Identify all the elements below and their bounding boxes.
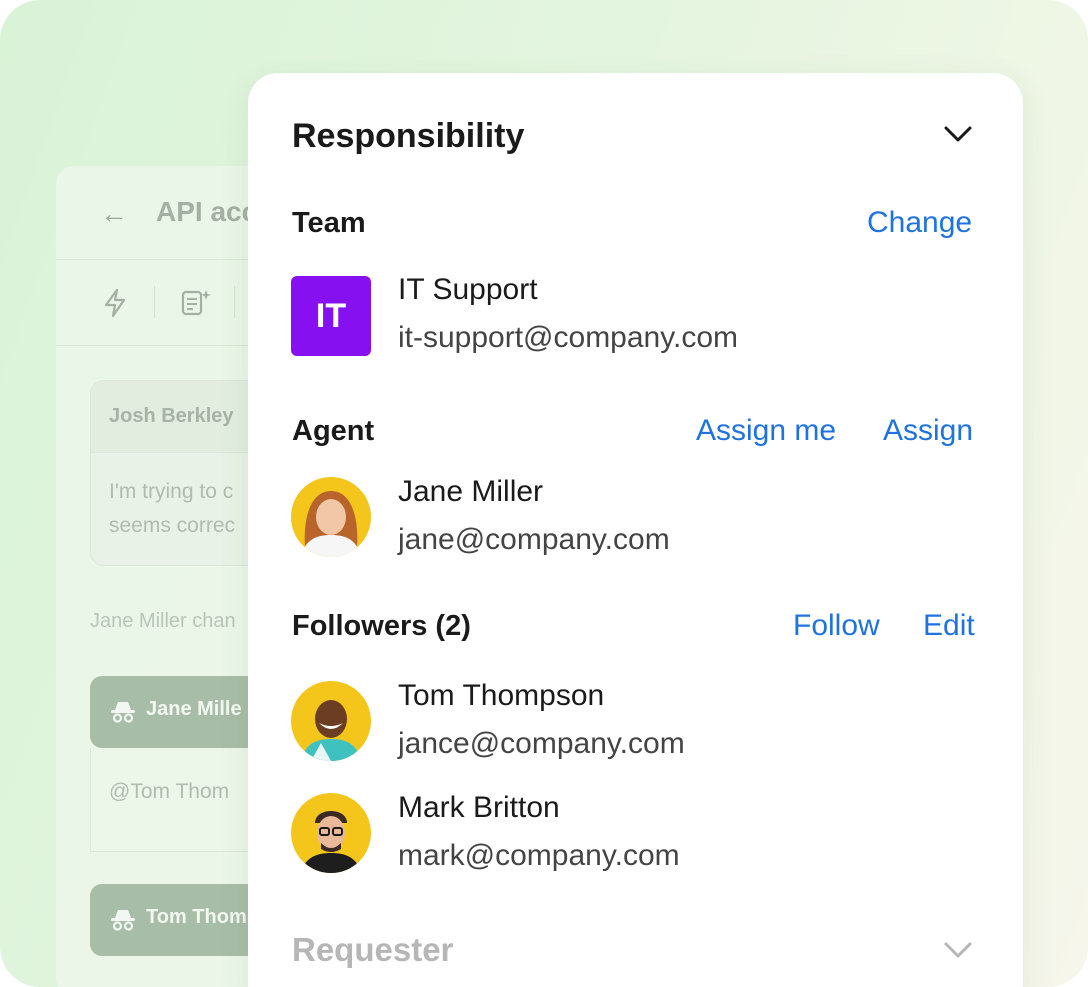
chevron-down-icon[interactable] [942, 121, 974, 147]
team-name: IT Support [398, 273, 538, 306]
avatar [291, 793, 371, 873]
incognito-icon [111, 702, 135, 723]
toolbar-divider [154, 286, 155, 318]
arrow-left-icon[interactable]: ← [100, 198, 128, 230]
assign-me-link[interactable]: Assign me [696, 414, 836, 448]
bolt-icon[interactable] [102, 288, 128, 318]
avatar [291, 477, 371, 557]
incognito-icon [111, 910, 135, 931]
panel-title: Responsibility [292, 117, 525, 155]
page-background: ← API acc Josh Berkley I'm trying to c s… [0, 0, 1088, 987]
chevron-down-icon[interactable] [942, 937, 974, 963]
team-email: it-support@company.com [398, 321, 739, 354]
note-author: Tom Thom [146, 906, 247, 928]
agent-email: jane@company.com [398, 523, 670, 556]
assign-link[interactable]: Assign [883, 414, 973, 448]
responsibility-panel: Responsibility Team Change IT IT Support… [248, 73, 1023, 987]
follower-name: Mark Britton [398, 791, 560, 824]
toolbar-divider [234, 286, 235, 318]
follower-email: jance@company.com [398, 727, 685, 760]
follower-email: mark@company.com [398, 839, 680, 872]
system-note: Jane Miller chan [90, 610, 236, 632]
edit-followers-link[interactable]: Edit [923, 609, 975, 643]
ai-document-icon[interactable] [180, 288, 212, 318]
note-author: Jane Mille [146, 698, 242, 720]
ticket-title: API acc [156, 196, 258, 227]
follow-link[interactable]: Follow [793, 609, 880, 643]
team-label: Team [292, 207, 366, 239]
avatar [291, 681, 371, 761]
follower-name: Tom Thompson [398, 679, 605, 712]
requester-label[interactable]: Requester [292, 931, 453, 969]
team-badge: IT [291, 276, 371, 356]
agent-label: Agent [292, 415, 375, 447]
change-team-link[interactable]: Change [867, 206, 972, 240]
agent-name: Jane Miller [398, 475, 544, 508]
followers-label: Followers (2) [292, 610, 471, 642]
